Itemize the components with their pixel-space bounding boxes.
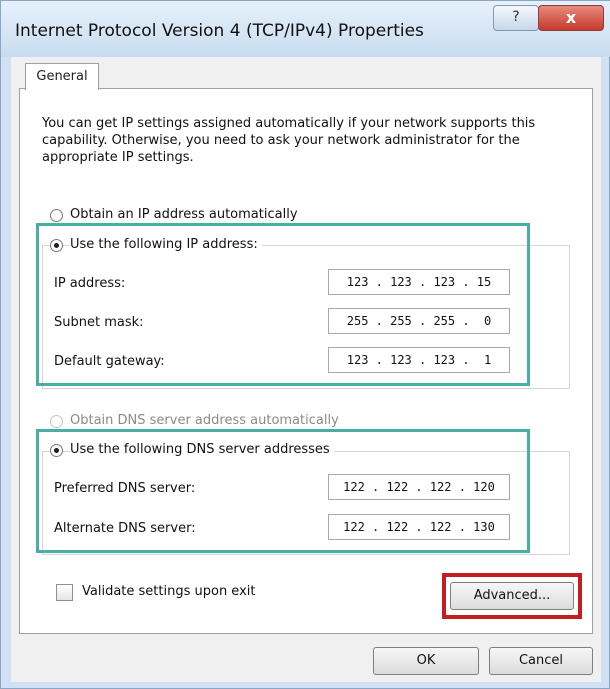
obtain-ip-auto-radio[interactable]	[50, 209, 63, 222]
ip-highlight-box	[36, 223, 530, 386]
obtain-dns-auto-label[interactable]: Obtain DNS server address automatically	[70, 413, 339, 428]
title-bar[interactable]: Internet Protocol Version 4 (TCP/IPv4) P…	[1, 1, 610, 57]
intro-text: You can get IP settings assigned automat…	[42, 116, 536, 165]
validate-label[interactable]: Validate settings upon exit	[82, 584, 255, 599]
general-panel: You can get IP settings assigned automat…	[19, 88, 593, 634]
window-title: Internet Protocol Version 4 (TCP/IPv4) P…	[15, 21, 424, 41]
tab-general[interactable]: General	[25, 63, 99, 90]
ok-button[interactable]: OK	[373, 647, 479, 675]
close-button[interactable]: x	[538, 5, 604, 31]
help-icon: ?	[512, 9, 520, 25]
help-button[interactable]: ?	[493, 5, 539, 31]
obtain-ip-auto-label[interactable]: Obtain an IP address automatically	[70, 207, 298, 222]
dialog-client: General You can get IP settings assigned…	[11, 57, 601, 682]
validate-checkbox[interactable]	[56, 584, 73, 601]
obtain-dns-auto-radio[interactable]	[50, 415, 63, 428]
close-icon: x	[565, 8, 577, 27]
advanced-button[interactable]: Advanced...	[450, 582, 574, 610]
dns-highlight-box	[36, 429, 530, 553]
dialog-window: Internet Protocol Version 4 (TCP/IPv4) P…	[0, 0, 610, 689]
cancel-button[interactable]: Cancel	[489, 647, 593, 675]
